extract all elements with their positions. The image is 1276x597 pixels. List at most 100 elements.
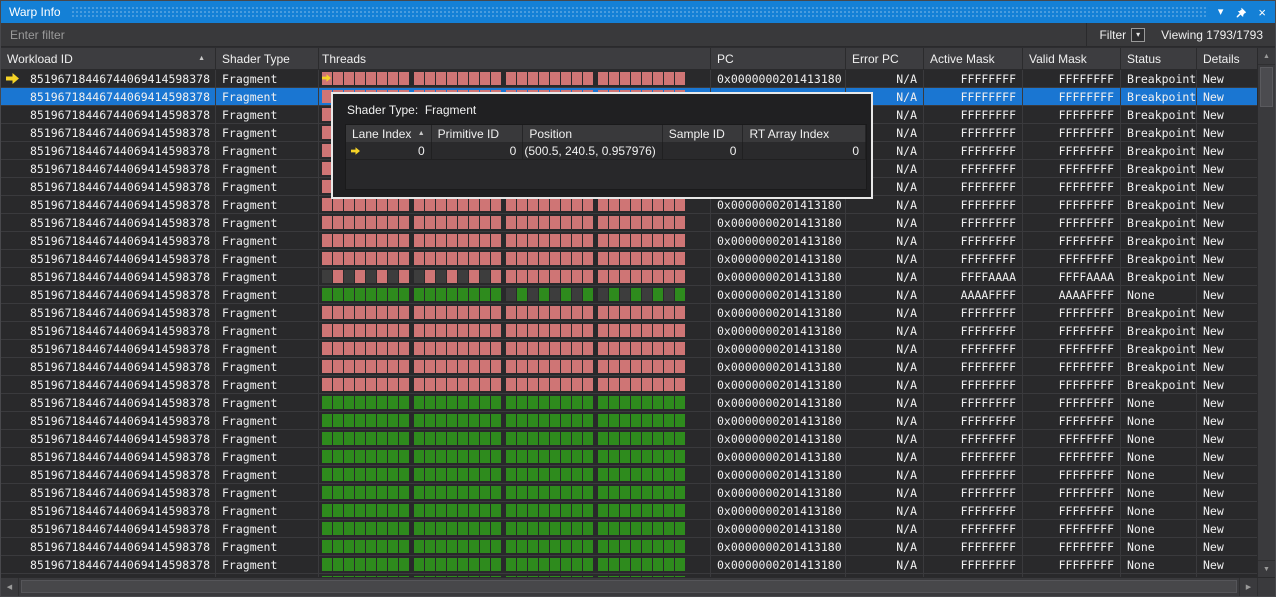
error-pc-cell: N/A (846, 358, 924, 375)
thread-block (598, 216, 608, 229)
lane-col-header-lane-index[interactable]: Lane Index ▲ (346, 125, 432, 142)
col-header-error-pc[interactable]: Error PC (846, 48, 924, 69)
thread-block (425, 324, 435, 337)
table-row[interactable]: 85196718446744069414598378Fragment0x0000… (1, 286, 1259, 304)
status-cell: Breakpoint (1121, 376, 1197, 393)
table-row[interactable]: 85196718446744069414598378Fragment0x0000… (1, 268, 1259, 286)
col-header-workload-id[interactable]: Workload ID ▲ (1, 48, 216, 69)
thread-block (675, 450, 685, 463)
table-row[interactable]: 85196718446744069414598378Fragment0x0000… (1, 448, 1259, 466)
table-row[interactable]: 85196718446744069414598378Fragment0x0000… (1, 394, 1259, 412)
lane-col-header-primitive-id[interactable]: Primitive ID (432, 125, 524, 142)
scroll-up-button[interactable]: ▲ (1258, 48, 1275, 65)
valid-mask-cell: FFFFFFFF (1023, 250, 1121, 267)
close-icon[interactable]: × (1258, 6, 1266, 19)
thread-block (653, 360, 663, 373)
table-row[interactable]: 85196718446744069414598378Fragment0x0000… (1, 340, 1259, 358)
thread-block (344, 540, 354, 553)
table-row[interactable]: 85196718446744069414598378Fragment0x0000… (1, 358, 1259, 376)
lane-col-header-rt-array-index[interactable]: RT Array Index (743, 125, 866, 142)
active-mask-cell: FFFFFFFF (924, 556, 1023, 573)
thread-block (322, 342, 332, 355)
thread-block (491, 450, 501, 463)
status-cell: Breakpoint (1121, 160, 1197, 177)
thread-group (598, 378, 685, 391)
col-header-status[interactable]: Status (1121, 48, 1197, 69)
thread-block (377, 414, 387, 427)
lane-col-header-position[interactable]: Position (523, 125, 662, 142)
table-row[interactable]: 85196718446744069414598378Fragment0x0000… (1, 520, 1259, 538)
workload-id-value: 85196718446744069414598378 (23, 108, 215, 122)
thread-block (561, 324, 571, 337)
table-row[interactable]: 85196718446744069414598378Fragment0x0000… (1, 484, 1259, 502)
table-row[interactable]: 85196718446744069414598378Fragment0x0000… (1, 304, 1259, 322)
thread-block (561, 198, 571, 211)
pin-icon[interactable] (1235, 7, 1246, 18)
thread-group (414, 252, 501, 265)
thread-block (355, 306, 365, 319)
thread-block (414, 522, 424, 535)
title-bar[interactable]: Warp Info ▾ × (1, 1, 1275, 23)
col-header-shader-type[interactable]: Shader Type (216, 48, 319, 69)
thread-block (642, 414, 652, 427)
thread-block (388, 72, 398, 85)
horizontal-scrollbar-thumb[interactable] (21, 580, 1237, 593)
thread-group (598, 414, 685, 427)
table-row[interactable]: 85196718446744069414598378Fragment0x0000… (1, 466, 1259, 484)
thread-block (458, 324, 468, 337)
thread-block (436, 234, 446, 247)
scroll-left-button[interactable]: ◀ (1, 578, 19, 596)
lane-row[interactable]: 0 0 (500.5, 240.5, 0.957976) 0 0 (346, 142, 866, 160)
workload-id-value: 85196718446744069414598378 (23, 558, 215, 572)
col-header-details[interactable]: Details (1197, 48, 1259, 69)
vertical-scrollbar-thumb[interactable] (1260, 67, 1273, 107)
thread-group (506, 396, 593, 409)
table-row[interactable]: 85196718446744069414598378Fragment0x0000… (1, 70, 1259, 88)
table-row[interactable]: 85196718446744069414598378Fragment0x0000… (1, 214, 1259, 232)
thread-block (598, 414, 608, 427)
filter-dropdown-button[interactable]: ▾ (1131, 28, 1145, 42)
scroll-right-button[interactable]: ▶ (1239, 578, 1257, 596)
details-cell: New (1197, 232, 1259, 249)
vertical-scrollbar[interactable]: ▲ ▼ (1257, 48, 1275, 577)
table-row[interactable]: 85196718446744069414598378Fragment0x0000… (1, 502, 1259, 520)
thread-block (517, 360, 527, 373)
details-cell: New (1197, 448, 1259, 465)
horizontal-scrollbar[interactable]: ◀ ▶ (1, 577, 1275, 596)
threads-cell (319, 358, 711, 375)
thread-block (620, 432, 630, 445)
thread-block (609, 486, 619, 499)
thread-block (322, 378, 332, 391)
col-header-threads[interactable]: Threads (319, 48, 711, 69)
col-header-valid-mask[interactable]: Valid Mask (1023, 48, 1121, 69)
thread-block (480, 504, 490, 517)
table-row[interactable]: 85196718446744069414598378Fragment0x0000… (1, 322, 1259, 340)
thread-block (506, 234, 516, 247)
col-header-active-mask[interactable]: Active Mask (924, 48, 1023, 69)
active-mask-cell: FFFFFFFF (924, 232, 1023, 249)
workload-id-cell: 85196718446744069414598378 (1, 556, 216, 573)
col-header-pc[interactable]: PC (711, 48, 846, 69)
table-row[interactable]: 85196718446744069414598378Fragment0x0000… (1, 232, 1259, 250)
table-row[interactable]: 85196718446744069414598378Fragment0x0000… (1, 430, 1259, 448)
scroll-down-button[interactable]: ▼ (1258, 560, 1275, 577)
table-row[interactable]: 85196718446744069414598378Fragment0x0000… (1, 556, 1259, 574)
pc-cell: 0x0000000201413180 (711, 286, 846, 303)
thread-block (458, 342, 468, 355)
thread-block (469, 486, 479, 499)
table-row[interactable]: 85196718446744069414598378Fragment0x0000… (1, 376, 1259, 394)
table-row[interactable]: 85196718446744069414598378Fragment0x0000… (1, 538, 1259, 556)
thread-block (561, 378, 571, 391)
chevron-down-icon[interactable]: ▾ (1218, 7, 1224, 18)
table-row[interactable]: 85196718446744069414598378Fragment0x0000… (1, 412, 1259, 430)
thread-block (664, 522, 674, 535)
thread-block (447, 252, 457, 265)
thread-block (539, 450, 549, 463)
thread-block (528, 450, 538, 463)
details-cell: New (1197, 124, 1259, 141)
thread-block (344, 360, 354, 373)
lane-col-header-sample-id[interactable]: Sample ID (663, 125, 744, 142)
thread-block (642, 522, 652, 535)
table-row[interactable]: 85196718446744069414598378Fragment0x0000… (1, 250, 1259, 268)
filter-input[interactable] (1, 23, 1086, 46)
